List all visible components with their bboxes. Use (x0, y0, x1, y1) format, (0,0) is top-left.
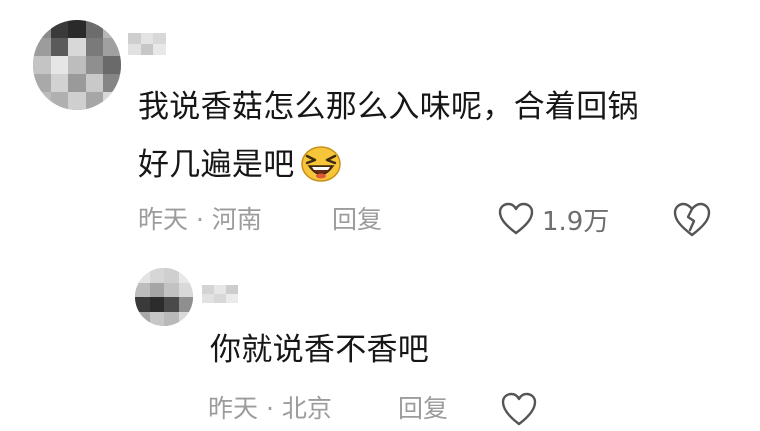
meta-separator: · (265, 394, 274, 423)
username-blurred[interactable] (128, 33, 166, 55)
like-button[interactable]: 1.9万 (498, 198, 609, 240)
comment-text-line-1: 我说香菇怎么那么入味呢，合着回锅 (138, 89, 639, 125)
comment-time: 昨天 (138, 205, 189, 234)
avatar-reply[interactable] (135, 268, 193, 326)
avatar-mosaic (135, 268, 193, 326)
like-count: 1.9万 (542, 206, 610, 237)
meta-separator: · (195, 205, 204, 234)
avatar-mosaic (33, 20, 121, 110)
heart-outline-icon (498, 202, 534, 235)
reply-time: 昨天 (208, 394, 259, 423)
laughing-emoji-icon (300, 146, 341, 182)
heart-outline-icon[interactable] (500, 390, 538, 428)
reply-button[interactable]: 回复 (398, 389, 448, 429)
broken-heart-icon[interactable] (672, 200, 712, 240)
comment-text: 我说香菇怎么那么入味呢，合着回锅 好几遍是吧 (138, 78, 728, 194)
reply-location: 北京 (281, 394, 332, 423)
comment-meta: 昨天 · 河南 (138, 200, 262, 240)
reply-text: 你就说香不香吧 (210, 332, 430, 368)
avatar-main[interactable] (33, 20, 121, 110)
reply-meta: 昨天 · 北京 (208, 389, 332, 429)
reply-button[interactable]: 回复 (332, 200, 382, 240)
username-blurred[interactable] (202, 285, 238, 303)
comment-text-line-2: 好几遍是吧 (138, 136, 728, 194)
comment-text-line-2-text: 好几遍是吧 (138, 147, 295, 183)
comment-location: 河南 (211, 205, 262, 234)
